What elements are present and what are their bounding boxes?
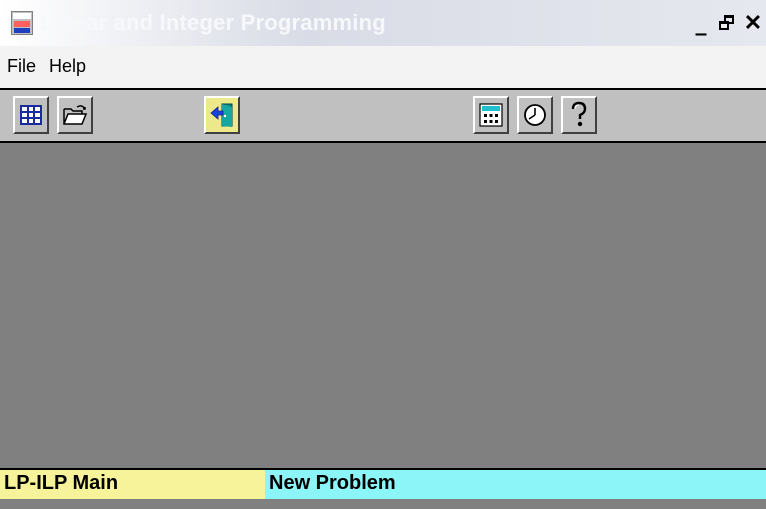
menu-bar: File Help	[0, 46, 766, 88]
status-problem-label: New Problem	[269, 472, 396, 494]
help-button[interactable]	[561, 96, 597, 134]
title-bar[interactable]: Linear and Integer Programming _ ✕	[0, 0, 766, 46]
minimize-button[interactable]: _	[688, 9, 714, 37]
open-folder-icon	[63, 105, 88, 125]
clock-icon	[524, 104, 546, 126]
exit-button[interactable]	[204, 96, 240, 134]
status-mode-label: LP-ILP Main	[4, 472, 119, 494]
exit-door-icon	[210, 103, 233, 127]
window-title: Linear and Integer Programming	[40, 10, 386, 35]
bottom-border	[0, 499, 766, 509]
calculator-button[interactable]	[473, 96, 509, 134]
clock-button[interactable]	[517, 96, 553, 134]
workspace-area	[0, 143, 766, 468]
app-logo-icon[interactable]	[11, 11, 33, 35]
toolbar	[0, 88, 766, 143]
status-panel-right: New Problem	[265, 468, 766, 499]
open-file-button[interactable]	[57, 96, 93, 134]
status-panel-left: LP-ILP Main	[0, 468, 265, 499]
new-spreadsheet-button[interactable]	[13, 96, 49, 134]
app-window: Linear and Integer Programming _ ✕ File …	[0, 0, 766, 509]
menu-help[interactable]: Help	[49, 56, 86, 77]
help-question-icon	[571, 101, 587, 127]
spreadsheet-grid-icon	[20, 105, 42, 125]
status-bar: LP-ILP Main New Problem	[0, 468, 766, 499]
window-controls: _ ✕	[688, 8, 766, 38]
calculator-icon	[479, 103, 503, 127]
close-button[interactable]: ✕	[740, 9, 766, 37]
menu-file[interactable]: File	[7, 56, 36, 77]
restore-icon	[719, 15, 735, 31]
restore-button[interactable]	[714, 9, 740, 37]
